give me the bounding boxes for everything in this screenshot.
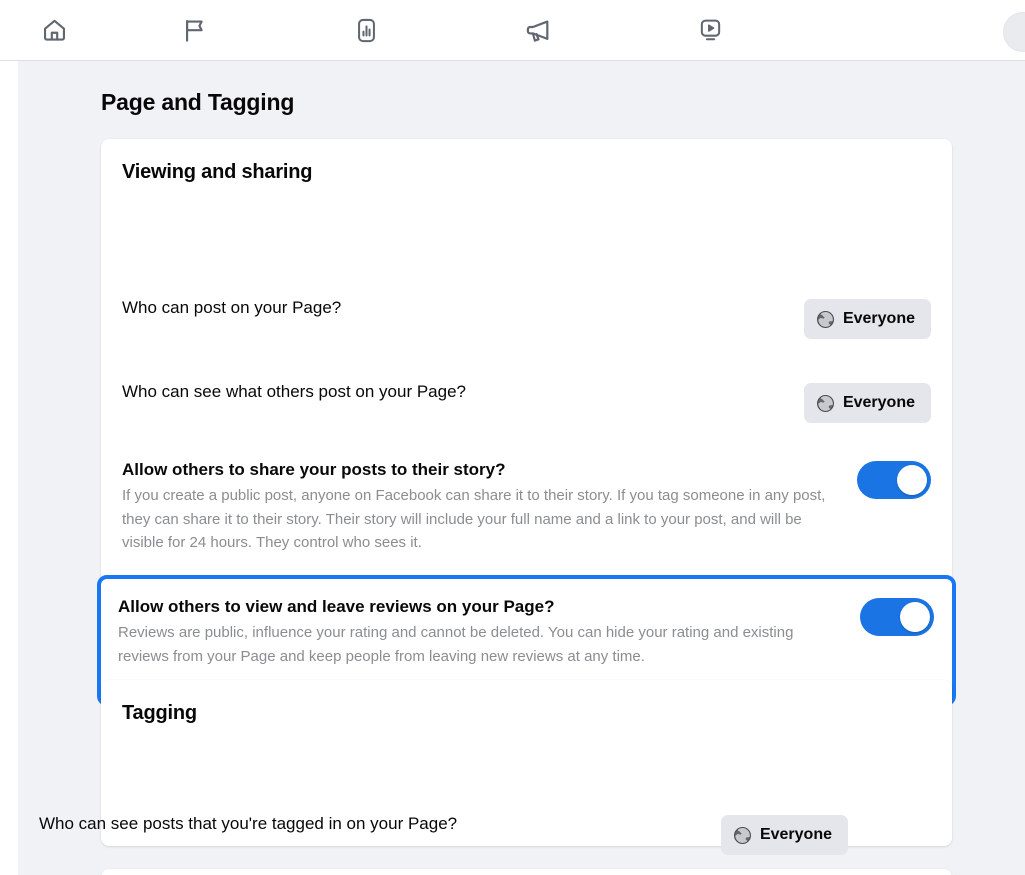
setting-row-who-can-see-others-posts: Who can see what others post on your Pag… <box>101 381 952 423</box>
setting-description: Reviews are public, influence your ratin… <box>118 624 794 665</box>
viewing-card-title: Viewing and sharing <box>122 161 313 183</box>
setting-label: Who can see posts that you're tagged in … <box>39 814 458 833</box>
home-icon <box>41 17 68 44</box>
insights-icon <box>353 17 380 44</box>
audience-selector-label: Everyone <box>842 394 915 411</box>
setting-label: Who can post on your Page? <box>122 298 342 317</box>
row-text-block: Who can see what others post on your Pag… <box>122 381 804 403</box>
globe-icon <box>816 310 835 329</box>
row-control-block: Everyone <box>803 297 931 339</box>
row-control-block: Everyone <box>803 381 931 423</box>
settings-content-area: Page and Tagging Viewing and sharing Who… <box>18 61 1025 875</box>
row-text-block: Who can post on your Page? <box>122 297 804 319</box>
nav-item-video[interactable] <box>624 2 796 58</box>
setting-description: If you create a public post, anyone on F… <box>122 487 826 551</box>
audience-selector-label: Everyone <box>842 310 915 327</box>
row-control-block <box>857 459 931 499</box>
row-text-block: Allow others to share your posts to thei… <box>122 459 857 555</box>
setting-row-who-can-post: Who can post on your Page? Everyone <box>101 297 952 339</box>
toggle-knob <box>897 465 927 495</box>
setting-label: Allow others to view and leave reviews o… <box>118 597 555 616</box>
page-title: Page and Tagging <box>101 89 295 115</box>
tagging-card-title: Tagging <box>122 702 197 724</box>
audience-selector-label: Everyone <box>759 826 832 843</box>
megaphone-icon <box>524 16 553 45</box>
toggle-share-to-story[interactable] <box>857 461 931 499</box>
viewing-and-sharing-card: Viewing and sharing Who can post on your… <box>101 139 952 587</box>
globe-icon <box>733 826 752 845</box>
flag-icon <box>181 17 208 44</box>
audience-selector-who-can-post[interactable]: Everyone <box>803 299 931 339</box>
left-gutter <box>0 61 18 875</box>
toggle-allow-reviews[interactable] <box>860 598 934 636</box>
row-control-block <box>860 596 934 636</box>
globe-icon <box>816 394 835 413</box>
row-control-block: Everyone <box>720 813 848 855</box>
setting-row-share-to-story: Allow others to share your posts to thei… <box>101 459 952 555</box>
nav-item-pages[interactable] <box>108 2 280 58</box>
setting-label: Allow others to share your posts to thei… <box>122 460 506 479</box>
nav-item-home[interactable] <box>0 2 108 58</box>
nav-item-insights[interactable] <box>280 2 452 58</box>
audience-selector-who-can-see-others-posts[interactable]: Everyone <box>803 383 931 423</box>
nav-item-ads[interactable] <box>452 2 624 58</box>
next-settings-card <box>101 869 952 875</box>
row-text-block: Who can see posts that you're tagged in … <box>39 813 721 835</box>
setting-row-who-can-see-tagged-posts: Who can see posts that you're tagged in … <box>18 813 869 855</box>
nav-icon-group <box>0 0 796 61</box>
toggle-knob <box>900 602 930 632</box>
setting-label: Who can see what others post on your Pag… <box>122 382 466 401</box>
audience-selector-tagged-posts[interactable]: Everyone <box>720 815 848 855</box>
avatar[interactable] <box>1003 12 1025 52</box>
row-text-block: Allow others to view and leave reviews o… <box>118 596 860 668</box>
top-navigation-bar <box>0 0 1025 61</box>
video-icon <box>697 17 724 44</box>
